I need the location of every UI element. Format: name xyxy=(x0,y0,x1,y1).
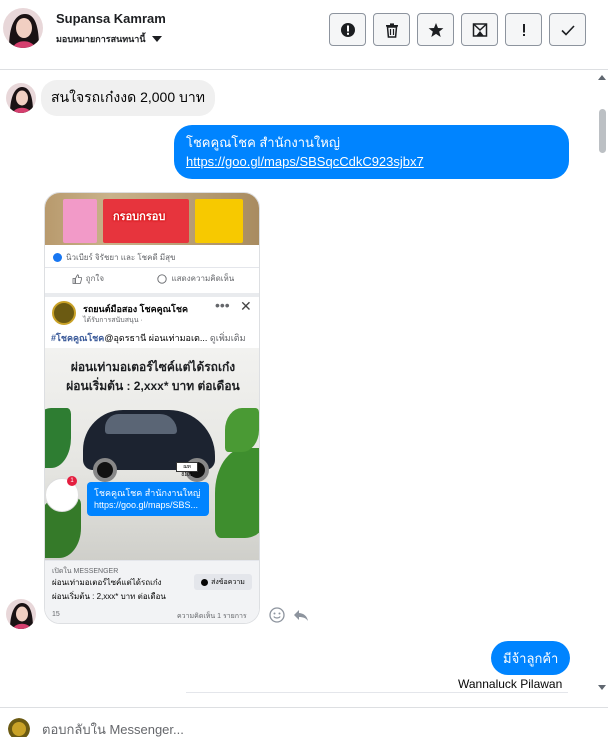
post-photo: กรอบกรอบ xyxy=(45,193,259,245)
message-actions xyxy=(269,607,309,623)
message-text: โชคคูณโชค สำนักงานใหญ่ xyxy=(186,135,340,150)
archive-button[interactable] xyxy=(461,13,498,46)
incoming-message[interactable]: สนใจรถเก๋งงด 2,000 บาท xyxy=(41,80,215,116)
exclamation-icon xyxy=(522,23,525,36)
comment-action: แสดงความคิดเห็น xyxy=(157,272,234,285)
avatar[interactable] xyxy=(3,8,43,48)
post-actions: ถูกใจ แสดงความคิดเห็น xyxy=(45,267,259,289)
scroll-thumb[interactable] xyxy=(599,109,606,153)
ad-photo: ผ่อนเท่ามอเตอร์ไซค์แต่ได้รถเก๋ง ผ่อนเริ่… xyxy=(45,348,259,560)
delete-button[interactable] xyxy=(373,13,410,46)
inbox-conversation: Supansa Kamram มอบหมายการสนทนานี้ สนใจรถ… xyxy=(0,0,608,737)
license-plate: ฌท 8101 xyxy=(176,462,198,478)
scroll-down-arrow-icon[interactable] xyxy=(598,685,606,690)
messenger-icon xyxy=(201,578,209,586)
more-options-icon: ••• xyxy=(215,297,230,313)
star-icon xyxy=(428,22,443,37)
chevron-down-icon xyxy=(151,36,162,42)
notification-badge: 1 xyxy=(67,476,77,486)
page-avatar xyxy=(8,718,30,737)
scroll-up-arrow-icon[interactable] xyxy=(598,75,606,80)
checkmark-icon xyxy=(560,24,575,36)
comment-count: ความคิดเห็น 1 รายการ xyxy=(177,613,247,620)
divider xyxy=(186,692,568,693)
scrollbar[interactable] xyxy=(596,71,608,696)
comment-icon xyxy=(157,273,168,284)
avatar xyxy=(6,83,36,113)
thumbs-up-icon xyxy=(72,273,82,284)
outgoing-message[interactable]: โชคคูณโชค สำนักงานใหญ่ https://goo.gl/ma… xyxy=(174,125,569,179)
outgoing-message[interactable]: มีจ้าลูกค้า xyxy=(491,641,571,675)
assign-dropdown[interactable]: มอบหมายการสนทนานี้ xyxy=(56,32,162,46)
reply-icon[interactable] xyxy=(293,607,309,623)
conversation-header: Supansa Kamram มอบหมายการสนทนานี้ xyxy=(0,0,608,70)
sponsored-label: ได้รับการสนับสนุน · xyxy=(83,317,143,324)
ad-headline: ผ่อนเท่ามอเตอร์ไซค์แต่ได้รถเก๋ง ผ่อนเริ่… xyxy=(66,360,240,393)
avatar xyxy=(6,599,36,629)
page-name: รถยนต์มือสอง โชคคูณโชค xyxy=(83,304,188,314)
like-count: 15 xyxy=(52,611,60,618)
ad-footer: เปิดใน MESSENGER ผ่อนเท่ามอเตอร์ไซค์แต่ไ… xyxy=(45,560,259,623)
sender-name: Wannaluck Pilawan xyxy=(458,677,563,691)
product-label: กรอบกรอบ xyxy=(113,211,166,223)
send-message-button: ส่งข้อความ xyxy=(194,574,252,590)
map-link[interactable]: https://goo.gl/maps/SBSqcCdkC923sjbx7 xyxy=(186,154,424,169)
message-list: สนใจรถเก๋งงด 2,000 บาท โชคคูณโชค สำนักงา… xyxy=(0,71,596,696)
smiley-icon[interactable] xyxy=(269,607,285,623)
post-reactions: นิวเบียร์ จิรัชยา และ โชคดี มีสุข xyxy=(53,251,176,264)
preview-bubble: โชคคูณโชค สำนักงานใหญ่ https://goo.gl/ma… xyxy=(87,482,209,516)
ad-post-header: รถยนต์มือสอง โชคคูณโชค ได้รับการสนับสนุน… xyxy=(45,293,259,348)
like-reaction-icon xyxy=(53,253,62,262)
contact-name[interactable]: Supansa Kamram xyxy=(56,11,166,26)
follow-up-button[interactable] xyxy=(505,13,542,46)
star-button[interactable] xyxy=(417,13,454,46)
shared-post-image[interactable]: กรอบกรอบ นิวเบียร์ จิรัชยา และ โชคดี มีส… xyxy=(44,192,260,624)
reply-composer xyxy=(0,707,608,737)
alert-circle-icon xyxy=(340,22,355,37)
archive-icon xyxy=(472,22,487,37)
trash-icon xyxy=(385,22,398,38)
reply-input[interactable] xyxy=(42,722,582,737)
reaction-names: นิวเบียร์ จิรัชยา และ โชคดี มีสุข xyxy=(66,253,176,262)
ad-subtitle: ผ่อนเท่ามอเตอร์ไซค์แต่ได้รถเก๋ง ผ่อนเริ่… xyxy=(52,578,166,601)
like-action: ถูกใจ xyxy=(72,272,104,285)
mark-spam-button[interactable] xyxy=(329,13,366,46)
close-icon: ✕ xyxy=(240,298,252,314)
mark-done-button[interactable] xyxy=(549,13,586,46)
page-logo xyxy=(52,301,76,325)
assign-label: มอบหมายการสนทนานี้ xyxy=(56,34,146,44)
conversation-toolbar xyxy=(329,13,586,46)
ad-caption: #โชคคูณโชค@อุดรธานี ผ่อนเท่ามอเต... ดูเพ… xyxy=(51,333,246,343)
